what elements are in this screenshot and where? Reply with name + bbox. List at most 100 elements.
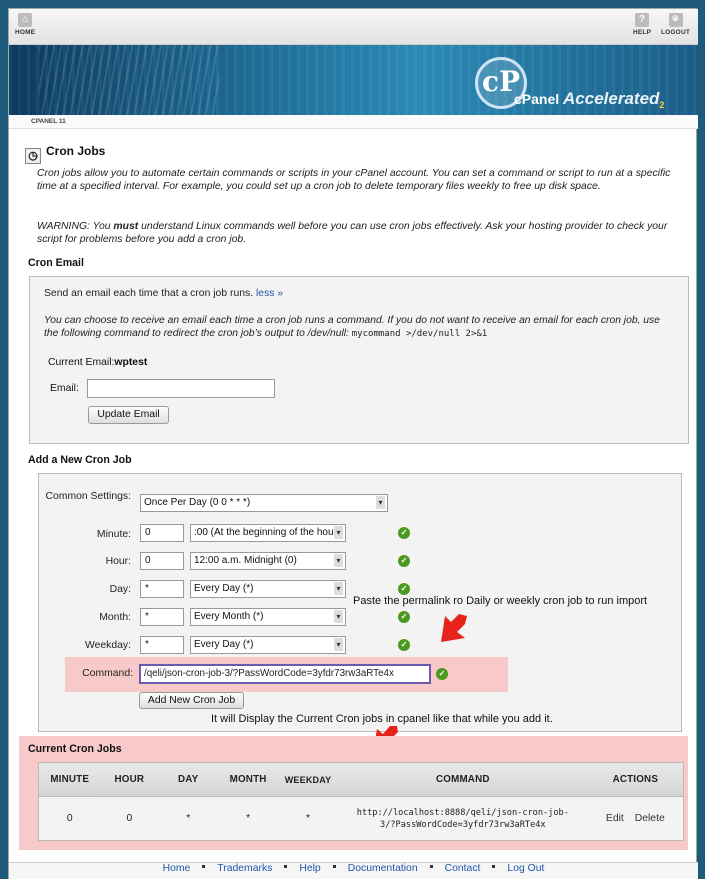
red-arrow-icon <box>441 614 467 642</box>
current-email-label: Current Email: <box>48 357 115 368</box>
add-cron-job-button[interactable]: Add New Cron Job <box>139 692 244 709</box>
command-row: Command: /qeli/json-cron-job-3/?PassWord… <box>65 657 508 692</box>
cron-jobs-table: Minute Hour Day Month Weekday Command Ac… <box>38 762 684 841</box>
update-email-button[interactable]: Update Email <box>88 406 169 424</box>
version-label: CPANEL 11 <box>31 118 66 125</box>
footer-nav: Home Trademarks Help Documentation Contact Lo… <box>9 862 698 879</box>
help-label: HELP <box>633 29 652 36</box>
weekday-valid-icon: ✓ <box>398 639 410 651</box>
cell-hour: 0 <box>126 813 133 824</box>
day-valid-icon: ✓ <box>398 583 410 595</box>
month-input[interactable]: * <box>140 608 184 626</box>
footer-separator <box>492 865 496 868</box>
common-settings-label: Common Settings: <box>45 491 131 502</box>
top-toolbar: ⌂ HOME ? HELP ⍟ LOGOUT <box>9 9 698 45</box>
col-hour: Hour <box>100 762 159 797</box>
footer-separator <box>332 865 336 868</box>
col-weekday: Weekday <box>278 762 338 797</box>
minute-select[interactable]: :00 (At the beginning of the hour) <box>190 524 346 542</box>
cron-email-desc-text: Send an email each time that a cron job … <box>44 288 254 299</box>
less-link[interactable]: less » <box>256 288 283 299</box>
footer-home-link[interactable]: Home <box>163 863 191 874</box>
weekday-input[interactable]: * <box>140 636 184 654</box>
edit-link[interactable]: Edit <box>606 813 624 824</box>
help-button[interactable]: ? HELP <box>633 13 651 36</box>
brand-accent: Accelerated <box>563 89 660 108</box>
current-cron-jobs-panel: Current Cron Jobs Minute Hour Day Month … <box>19 736 688 850</box>
hour-select[interactable]: 12:00 a.m. Midnight (0) <box>190 552 346 570</box>
day-input[interactable]: * <box>140 580 184 598</box>
delete-link[interactable]: Delete <box>635 813 665 824</box>
version-bar: CPANEL 11 <box>9 115 698 129</box>
page-title-text: Cron Jobs <box>46 144 106 158</box>
cell-minute: 0 <box>66 813 73 824</box>
current-email-value: wptest <box>114 357 148 368</box>
logout-label: LOGOUT <box>661 29 691 36</box>
weekday-label: Weekday: <box>84 640 131 651</box>
table-row: 0 0 * * * http://localhost:8888/qeli/jso… <box>39 797 684 841</box>
cell-day: * <box>186 813 191 824</box>
footer-separator <box>429 865 433 868</box>
col-month: Month <box>218 762 279 797</box>
home-label: HOME <box>15 29 36 36</box>
hour-input[interactable]: 0 <box>140 552 184 570</box>
footer-contact-link[interactable]: Contact <box>445 863 481 874</box>
hour-label: Hour: <box>105 556 131 567</box>
cpanel-logo-text: cPanel Accelerated2 <box>514 89 664 110</box>
home-button[interactable]: ⌂ HOME <box>15 13 35 36</box>
clock-icon: ◷ <box>25 148 41 164</box>
page-title: ◷ Cron Jobs <box>25 144 105 164</box>
email-label: Email: <box>50 383 79 394</box>
email-field[interactable] <box>87 379 275 398</box>
cell-actions: Edit Delete <box>588 797 684 841</box>
home-icon: ⌂ <box>18 13 33 27</box>
col-day: Day <box>158 762 219 797</box>
command-input[interactable]: /qeli/json-cron-job-3/?PassWordCode=3yfd… <box>139 664 431 684</box>
current-email: Current Email:wptest <box>48 357 147 368</box>
footer-separator <box>284 865 288 868</box>
footer-logout-link[interactable]: Log Out <box>507 863 544 874</box>
month-select[interactable]: Every Month (*) <box>190 608 346 626</box>
cell-month: * <box>246 813 251 824</box>
logout-button[interactable]: ⍟ LOGOUT <box>661 13 690 36</box>
warning-text: WARNING: You must understand Linux comma… <box>37 220 689 246</box>
cpanel-window: ⌂ HOME ? HELP ⍟ LOGOUT cP cPanel Acceler… <box>8 8 698 879</box>
day-label: Day: <box>109 584 131 595</box>
cron-email-note: You can choose to receive an email each … <box>44 314 669 341</box>
weekday-select[interactable]: Every Day (*) <box>190 636 346 654</box>
month-valid-icon: ✓ <box>398 611 410 623</box>
warning-must: must <box>113 221 139 232</box>
intro-text: Cron jobs allow you to automate certain … <box>37 168 671 192</box>
cpanel-banner: cP cPanel Accelerated2 <box>9 45 698 115</box>
display-annotation: It will Display the Current Cron jobs in… <box>211 713 553 725</box>
command-valid-icon: ✓ <box>436 668 448 680</box>
cron-email-heading: Cron Email <box>28 257 84 269</box>
footer-documentation-link[interactable]: Documentation <box>348 863 418 874</box>
devnull-code: mycommand >/dev/null 2>&1 <box>351 329 488 339</box>
minute-valid-icon: ✓ <box>398 527 410 539</box>
help-icon: ? <box>635 13 650 27</box>
col-command: Command <box>337 762 588 797</box>
add-cron-heading: Add a New Cron Job <box>28 454 132 466</box>
cron-email-box: Send an email each time that a cron job … <box>29 276 689 444</box>
footer-help-link[interactable]: Help <box>299 863 320 874</box>
current-cron-jobs-heading: Current Cron Jobs <box>28 743 122 755</box>
cell-command: http://localhost:8888/qeli/json-cron-job… <box>338 797 588 841</box>
footer-separator <box>202 865 206 868</box>
footer-trademarks-link[interactable]: Trademarks <box>217 863 272 874</box>
table-header-row: Minute Hour Day Month Weekday Command Ac… <box>38 762 684 797</box>
brand-name: cPanel <box>514 91 560 107</box>
permalink-annotation: Paste the permalink ro Daily or weekly c… <box>353 595 648 607</box>
minute-input[interactable]: 0 <box>140 524 184 542</box>
warning-pre: WARNING: You <box>37 221 114 232</box>
banner-cables-graphic <box>39 45 219 115</box>
day-select[interactable]: Every Day (*) <box>190 580 346 598</box>
brand-version: 2 <box>659 100 665 110</box>
month-label: Month: <box>99 612 131 623</box>
common-settings-select[interactable]: Once Per Day (0 0 * * *) <box>140 494 388 512</box>
logout-icon: ⍟ <box>668 13 683 27</box>
col-actions: Actions <box>587 762 684 797</box>
minute-label: Minute: <box>96 529 131 540</box>
command-line-1: http://localhost:8888/qeli/json-cron-job… <box>356 807 569 818</box>
col-minute: Minute <box>38 762 101 797</box>
